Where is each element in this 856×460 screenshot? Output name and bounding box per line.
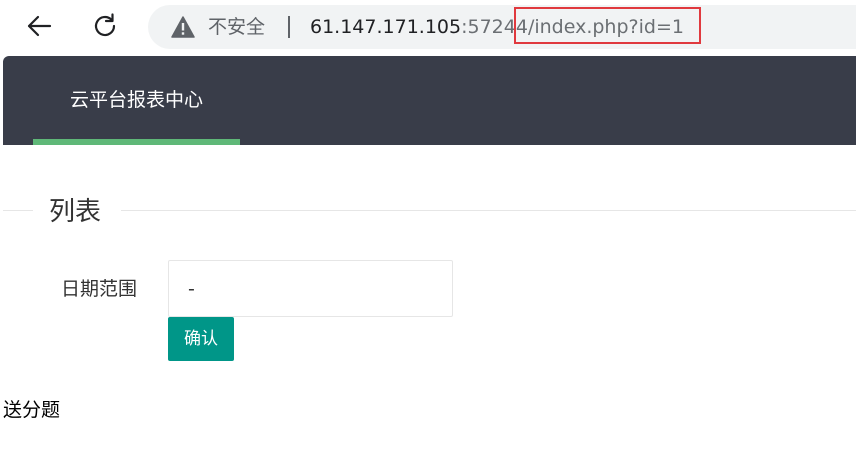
top-nav-header: 云平台报表中心 bbox=[3, 56, 856, 145]
page-content: 云平台报表中心 列表 日期范围 确认 送分题 bbox=[3, 56, 856, 460]
date-range-label: 日期范围 bbox=[61, 278, 138, 300]
reload-icon bbox=[91, 12, 119, 44]
address-separator bbox=[288, 16, 290, 38]
reload-button[interactable] bbox=[85, 8, 125, 48]
url-highlight-box bbox=[514, 7, 701, 44]
confirm-button[interactable]: 确认 bbox=[168, 317, 234, 361]
back-button[interactable] bbox=[19, 8, 59, 48]
date-range-input[interactable] bbox=[168, 260, 453, 317]
security-status-label[interactable]: 不安全 bbox=[208, 5, 265, 49]
address-bar[interactable]: 不安全 61.147.171.105:57244/index.php?id=1 bbox=[148, 5, 856, 49]
fieldset-border-right bbox=[121, 210, 856, 211]
page-note-text: 送分题 bbox=[3, 399, 61, 421]
browser-toolbar: 不安全 61.147.171.105:57244/index.php?id=1 bbox=[0, 0, 856, 56]
nav-item-report-center[interactable]: 云平台报表中心 bbox=[33, 56, 240, 145]
nav-active-indicator bbox=[33, 139, 240, 145]
fieldset-border-left bbox=[3, 210, 33, 211]
url-host: 61.147.171.105 bbox=[310, 16, 462, 38]
warning-icon[interactable] bbox=[171, 16, 195, 42]
fieldset-legend: 列表 bbox=[49, 197, 102, 227]
arrow-left-icon bbox=[25, 12, 53, 44]
